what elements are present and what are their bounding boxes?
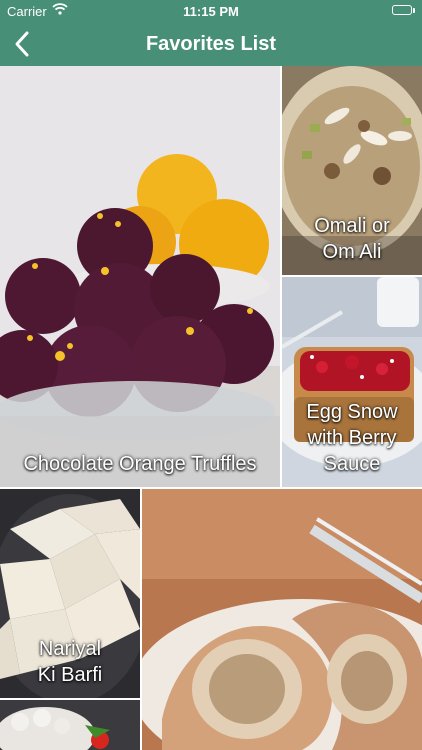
clock: 11:15 PM <box>183 4 239 19</box>
recipe-photo <box>142 489 422 750</box>
recipe-tile-partial[interactable] <box>0 700 140 750</box>
recipe-title: Chocolate Orange Truffles <box>23 453 257 475</box>
recipe-tile-egg-snow[interactable]: Egg Snow with Berry Sauce <box>282 277 422 487</box>
recipe-tile-stuffed-chicken[interactable] <box>142 489 422 750</box>
recipe-photo <box>0 66 280 487</box>
recipe-title: Egg Snow with Berry Sauce <box>306 401 398 475</box>
battery-icon <box>392 5 415 15</box>
recipe-photo <box>0 700 140 750</box>
recipe-tile-chocolate-orange-truffles[interactable]: Chocolate Orange Truffles <box>0 66 280 487</box>
recipe-title: Omali or Om Ali <box>314 215 390 263</box>
recipe-tile-nariyal-ki-barfi[interactable]: Nariyal Ki Barfi <box>0 489 140 698</box>
recipe-tile-omali[interactable]: Omali or Om Ali <box>282 66 422 275</box>
navigation-bar: Favorites List <box>0 22 422 66</box>
recipe-title: Nariyal Ki Barfi <box>37 638 103 686</box>
status-bar: Carrier 11:15 PM <box>0 0 422 22</box>
page-title: Favorites List <box>145 33 277 55</box>
